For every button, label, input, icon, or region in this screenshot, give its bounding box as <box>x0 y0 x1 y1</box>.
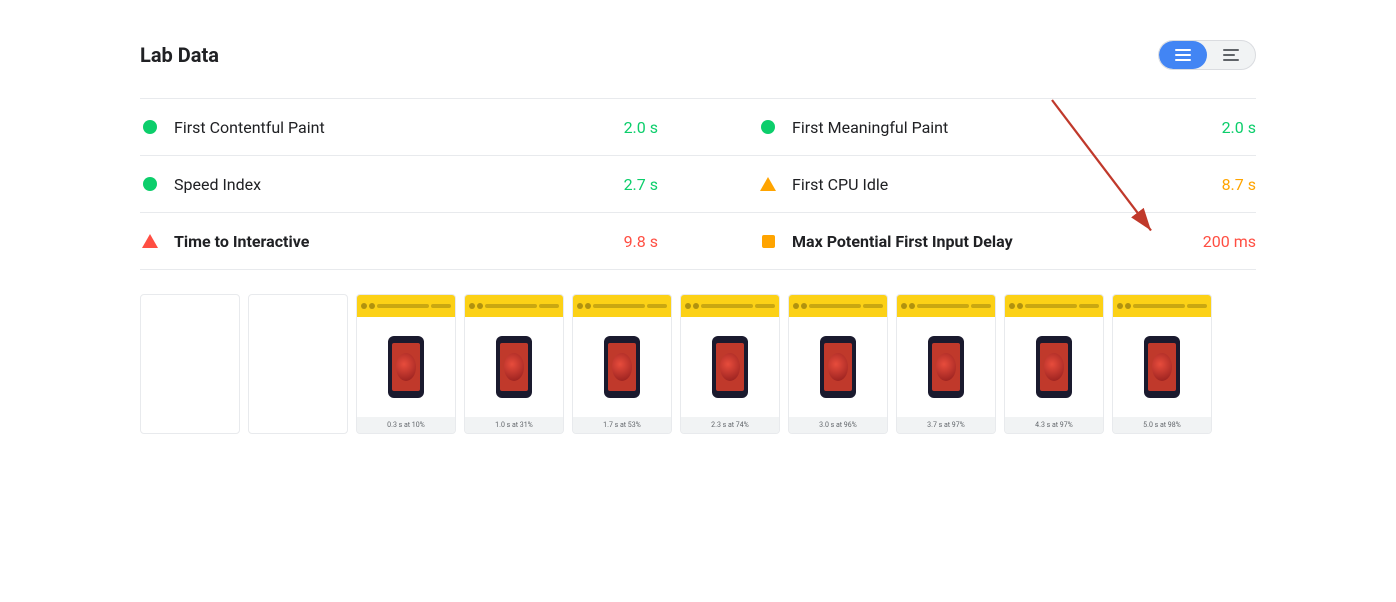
film-header <box>465 295 563 317</box>
film-frame-blank-1 <box>140 294 240 434</box>
list-icon <box>1175 49 1191 61</box>
view-toggle-group <box>1158 40 1256 70</box>
metric-label-max-potential-fid: Max Potential First Input Delay <box>792 232 1187 251</box>
metric-value-first-cpu-idle: 8.7 s <box>1222 175 1256 194</box>
metric-value-speed-index: 2.7 s <box>624 175 658 194</box>
metric-row-first-meaningful-paint: First Meaningful Paint 2.0 s <box>698 99 1256 156</box>
film-header <box>357 295 455 317</box>
film-phone-screen <box>1040 343 1068 391</box>
metric-label-first-cpu-idle: First CPU Idle <box>792 175 1206 194</box>
list-view-toggle[interactable] <box>1159 41 1207 69</box>
film-phone <box>496 336 532 398</box>
film-footer-text: 1.0 s at 31% <box>495 421 533 429</box>
film-phone-screen <box>500 343 528 391</box>
film-frame-10: 5.0 s at 98% <box>1112 294 1212 434</box>
metric-icon-speed-index <box>140 174 160 194</box>
film-footer-text: 2.3 s at 74% <box>711 421 749 429</box>
film-body <box>789 317 887 417</box>
metric-value-max-potential-fid: 200 ms <box>1203 232 1256 251</box>
film-phone-screen <box>716 343 744 391</box>
triangle-orange-icon <box>760 177 776 191</box>
film-phone <box>388 336 424 398</box>
metric-label-speed-index: Speed Index <box>174 175 608 194</box>
filmstrip: 0.3 s at 10% 1.0 s at 31 <box>140 294 1256 434</box>
film-frame-6: 2.3 s at 74% <box>680 294 780 434</box>
film-frame-5: 1.7 s at 53% <box>572 294 672 434</box>
film-phone <box>604 336 640 398</box>
film-body <box>573 317 671 417</box>
section-title: Lab Data <box>140 43 219 67</box>
film-body <box>897 317 995 417</box>
metric-row-first-cpu-idle: First CPU Idle 8.7 s <box>698 156 1256 213</box>
metric-row-speed-index: Speed Index 2.7 s <box>140 156 698 213</box>
film-phone-screen <box>824 343 852 391</box>
film-body <box>681 317 779 417</box>
film-header <box>681 295 779 317</box>
film-phone-screen <box>392 343 420 391</box>
metric-row-max-potential-fid: Max Potential First Input Delay 200 ms <box>698 213 1256 270</box>
film-header <box>573 295 671 317</box>
film-header <box>1005 295 1103 317</box>
metric-icon-first-cpu-idle <box>758 174 778 194</box>
grid-icon <box>1223 49 1239 61</box>
metric-label-first-meaningful-paint: First Meaningful Paint <box>792 118 1206 137</box>
film-footer-text: 0.3 s at 10% <box>387 421 425 429</box>
metric-value-first-meaningful-paint: 2.0 s <box>1222 118 1256 137</box>
film-body <box>465 317 563 417</box>
square-orange-icon <box>762 235 775 248</box>
metric-label-time-to-interactive: Time to Interactive <box>174 232 608 251</box>
film-frame-9: 4.3 s at 97% <box>1004 294 1104 434</box>
metric-value-time-to-interactive: 9.8 s <box>624 232 658 251</box>
metrics-grid: First Contentful Paint 2.0 s First Meani… <box>140 98 1256 270</box>
film-header <box>789 295 887 317</box>
circle-green-icon <box>761 120 775 134</box>
film-footer-text: 3.7 s at 97% <box>927 421 965 429</box>
film-phone <box>712 336 748 398</box>
film-phone <box>1036 336 1072 398</box>
film-footer-text: 1.7 s at 53% <box>603 421 641 429</box>
film-phone <box>820 336 856 398</box>
film-footer-text: 4.3 s at 97% <box>1035 421 1073 429</box>
film-frame-8: 3.7 s at 97% <box>896 294 996 434</box>
film-phone <box>928 336 964 398</box>
film-phone-screen <box>1148 343 1176 391</box>
film-body <box>1005 317 1103 417</box>
film-frame-7: 3.0 s at 96% <box>788 294 888 434</box>
circle-green-icon <box>143 177 157 191</box>
grid-view-toggle[interactable] <box>1207 41 1255 69</box>
film-frame-3: 0.3 s at 10% <box>356 294 456 434</box>
film-frame-blank-2 <box>248 294 348 434</box>
film-phone <box>1144 336 1180 398</box>
metric-icon-max-potential-fid <box>758 231 778 251</box>
film-phone-screen <box>932 343 960 391</box>
metric-icon-first-contentful-paint <box>140 117 160 137</box>
metric-row-first-contentful-paint: First Contentful Paint 2.0 s <box>140 99 698 156</box>
circle-green-icon <box>143 120 157 134</box>
film-footer-text: 5.0 s at 98% <box>1143 421 1181 429</box>
metric-row-time-to-interactive: Time to Interactive 9.8 s <box>140 213 698 270</box>
metric-value-first-contentful-paint: 2.0 s <box>624 118 658 137</box>
metric-label-first-contentful-paint: First Contentful Paint <box>174 118 608 137</box>
metric-icon-time-to-interactive <box>140 231 160 251</box>
film-body <box>357 317 455 417</box>
film-header <box>1113 295 1211 317</box>
film-frame-4: 1.0 s at 31% <box>464 294 564 434</box>
film-header <box>897 295 995 317</box>
film-footer-text: 3.0 s at 96% <box>819 421 857 429</box>
film-body <box>1113 317 1211 417</box>
film-phone-screen <box>608 343 636 391</box>
metric-icon-first-meaningful-paint <box>758 117 778 137</box>
triangle-red-icon <box>142 234 158 248</box>
